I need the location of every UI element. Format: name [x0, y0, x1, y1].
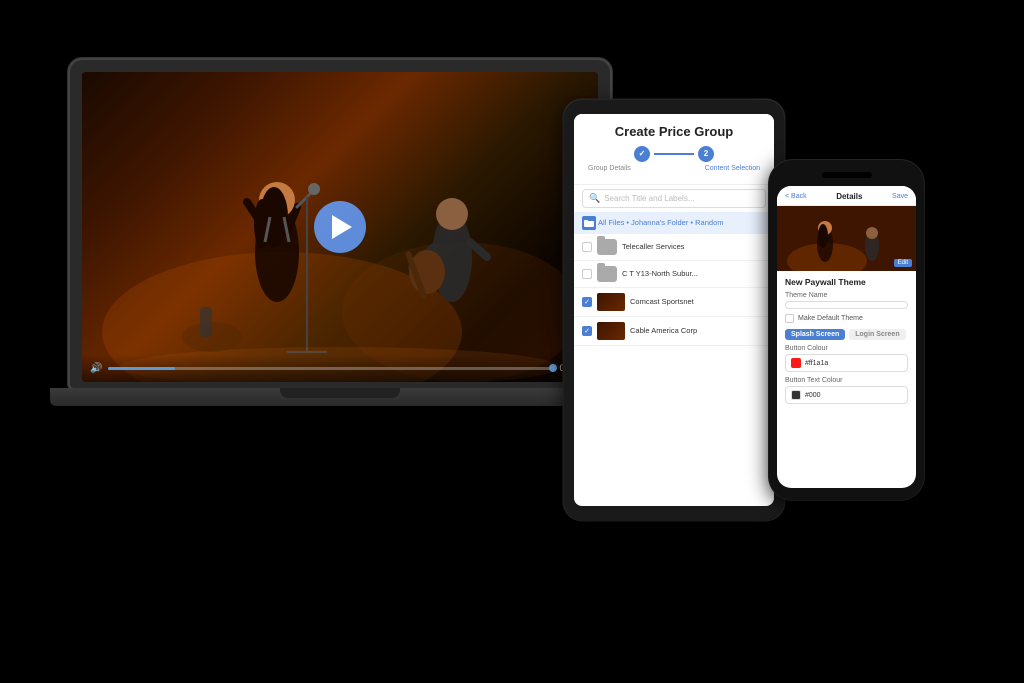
make-default-label: Make Default Theme: [798, 315, 863, 322]
tablet: Create Price Group ✓ 2 Group Details Con…: [564, 100, 784, 520]
file-list: Telecaller Services C T Y13-North Subur.…: [574, 234, 774, 346]
phone-page-title: Details: [836, 192, 862, 201]
step-2-label: Content Selection: [705, 165, 760, 172]
make-default-checkbox[interactable]: [785, 314, 794, 323]
splash-screen-tab[interactable]: Splash Screen: [785, 329, 845, 340]
theme-name-label: Theme Name: [785, 292, 908, 299]
folder-icon-1: [597, 239, 617, 255]
breadcrumb-text: All Files • Johanna's Folder • Random: [598, 218, 724, 227]
button-colour-input[interactable]: #ff1a1a: [785, 354, 908, 372]
button-colour-swatch: [791, 358, 801, 368]
button-text-colour-swatch: [791, 390, 801, 400]
video-thumb-4: [597, 322, 625, 340]
folder-icon: [582, 216, 596, 230]
file-name-4: Cable America Corp: [630, 326, 766, 335]
phone-screen: < Back Details Save Edit New Paywall The…: [777, 186, 916, 488]
file-name-3: Comcast Sportsnet: [630, 297, 766, 306]
video-thumb-img-3: [597, 293, 625, 311]
video-thumb-3: [597, 293, 625, 311]
button-colour-value: #ff1a1a: [805, 360, 828, 367]
tab-row: Splash Screen Login Screen: [785, 329, 908, 340]
laptop: 🔊 0:06 ⛶: [50, 60, 630, 480]
search-icon: 🔍: [589, 193, 600, 204]
laptop-notch: [280, 388, 400, 398]
search-area: 🔍 Search Title and Labels...: [574, 185, 774, 212]
step-indicator: ✓ 2: [584, 146, 764, 162]
phone-video-overlay: Edit: [894, 259, 912, 267]
file-item-3[interactable]: ✓ Comcast Sportsnet: [574, 288, 774, 317]
file-name-1: Telecaller Services: [622, 242, 766, 251]
file-checkbox-4[interactable]: ✓: [582, 326, 592, 336]
progress-track[interactable]: [108, 367, 553, 370]
folder-icon-2: [597, 266, 617, 282]
step-1-label: Group Details: [588, 165, 631, 172]
video-thumb-img-4: [597, 322, 625, 340]
play-button[interactable]: [314, 201, 366, 253]
file-name-2: C T Y13-North Subur...: [622, 269, 766, 278]
breadcrumb-row: All Files • Johanna's Folder • Random: [574, 212, 774, 234]
theme-name-input[interactable]: [785, 301, 908, 309]
progress-dot: [549, 364, 557, 372]
button-text-colour-value: #000: [805, 392, 821, 399]
file-item-2[interactable]: C T Y13-North Subur...: [574, 261, 774, 288]
play-icon: [332, 215, 352, 239]
step-1-dot: ✓: [634, 146, 650, 162]
laptop-base: [50, 388, 630, 406]
search-box[interactable]: 🔍 Search Title and Labels...: [582, 189, 766, 208]
file-checkbox-1[interactable]: [582, 242, 592, 252]
make-default-row: Make Default Theme: [785, 314, 908, 323]
save-button[interactable]: Save: [892, 193, 908, 200]
file-checkbox-2[interactable]: [582, 269, 592, 279]
file-item-1[interactable]: Telecaller Services: [574, 234, 774, 261]
login-screen-tab[interactable]: Login Screen: [849, 329, 905, 340]
back-button[interactable]: < Back: [785, 193, 807, 200]
tablet-screen: Create Price Group ✓ 2 Group Details Con…: [574, 114, 774, 506]
file-item-4[interactable]: ✓ Cable America Corp: [574, 317, 774, 346]
phone-notch: [822, 172, 872, 178]
step-line: [654, 153, 694, 155]
step-2-dot: 2: [698, 146, 714, 162]
phone-section-title: New Paywall Theme: [785, 277, 908, 287]
button-text-colour-label: Button Text Colour: [785, 377, 908, 384]
tablet-title: Create Price Group: [584, 124, 764, 140]
volume-icon: 🔊: [90, 363, 102, 374]
phone: < Back Details Save Edit New Paywall The…: [769, 160, 924, 500]
file-checkbox-3[interactable]: ✓: [582, 297, 592, 307]
laptop-screen: 🔊 0:06 ⛶: [82, 72, 598, 382]
phone-form: New Paywall Theme Theme Name Make Defaul…: [777, 271, 916, 415]
button-text-colour-input[interactable]: #000: [785, 386, 908, 404]
laptop-screen-outer: 🔊 0:06 ⛶: [70, 60, 610, 388]
video-controls: 🔊 0:06 ⛶: [82, 354, 598, 382]
search-placeholder-text: Search Title and Labels...: [604, 194, 694, 203]
phone-video-thumb: Edit: [777, 206, 916, 271]
tablet-header: Create Price Group ✓ 2 Group Details Con…: [574, 114, 774, 185]
video-background: 🔊 0:06 ⛶: [82, 72, 598, 382]
step-labels: Group Details Content Selection: [584, 165, 764, 172]
progress-fill: [108, 367, 175, 370]
button-colour-label: Button Colour: [785, 345, 908, 352]
phone-header: < Back Details Save: [777, 186, 916, 206]
